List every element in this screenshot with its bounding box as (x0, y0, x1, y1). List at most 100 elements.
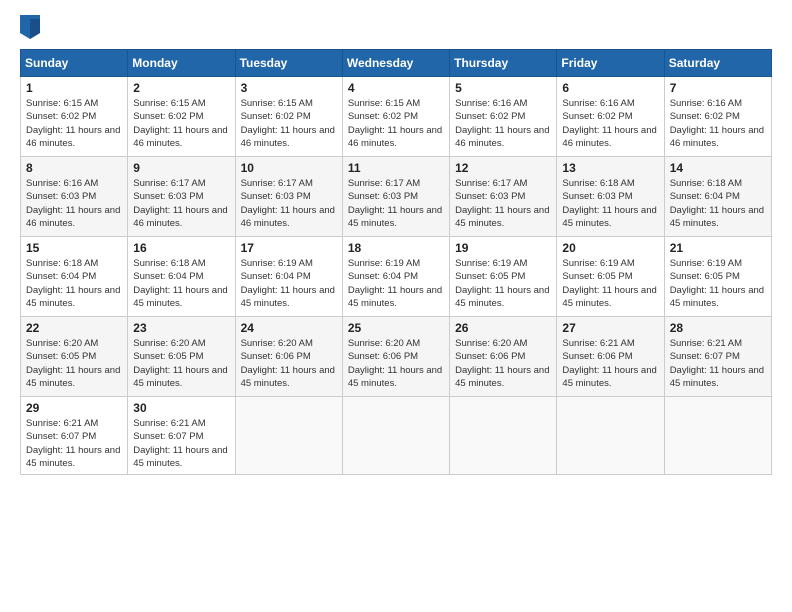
day-info: Sunrise: 6:17 AM Sunset: 6:03 PM Dayligh… (348, 177, 444, 230)
day-number: 3 (241, 81, 337, 95)
table-row (557, 397, 664, 475)
table-row: 30 Sunrise: 6:21 AM Sunset: 6:07 PM Dayl… (128, 397, 235, 475)
day-info: Sunrise: 6:15 AM Sunset: 6:02 PM Dayligh… (241, 97, 337, 150)
table-row: 15 Sunrise: 6:18 AM Sunset: 6:04 PM Dayl… (21, 237, 128, 317)
table-row: 12 Sunrise: 6:17 AM Sunset: 6:03 PM Dayl… (450, 157, 557, 237)
calendar-table: Sunday Monday Tuesday Wednesday Thursday… (20, 49, 772, 475)
header-wednesday: Wednesday (342, 50, 449, 77)
header-saturday: Saturday (664, 50, 771, 77)
day-info: Sunrise: 6:15 AM Sunset: 6:02 PM Dayligh… (26, 97, 122, 150)
table-row: 17 Sunrise: 6:19 AM Sunset: 6:04 PM Dayl… (235, 237, 342, 317)
day-info: Sunrise: 6:21 AM Sunset: 6:07 PM Dayligh… (670, 337, 766, 390)
table-row: 28 Sunrise: 6:21 AM Sunset: 6:07 PM Dayl… (664, 317, 771, 397)
day-number: 12 (455, 161, 551, 175)
day-number: 6 (562, 81, 658, 95)
table-row: 3 Sunrise: 6:15 AM Sunset: 6:02 PM Dayli… (235, 77, 342, 157)
table-row: 19 Sunrise: 6:19 AM Sunset: 6:05 PM Dayl… (450, 237, 557, 317)
day-number: 15 (26, 241, 122, 255)
table-row: 16 Sunrise: 6:18 AM Sunset: 6:04 PM Dayl… (128, 237, 235, 317)
table-row: 26 Sunrise: 6:20 AM Sunset: 6:06 PM Dayl… (450, 317, 557, 397)
day-number: 1 (26, 81, 122, 95)
table-row: 11 Sunrise: 6:17 AM Sunset: 6:03 PM Dayl… (342, 157, 449, 237)
day-info: Sunrise: 6:19 AM Sunset: 6:05 PM Dayligh… (562, 257, 658, 310)
table-row: 29 Sunrise: 6:21 AM Sunset: 6:07 PM Dayl… (21, 397, 128, 475)
day-info: Sunrise: 6:16 AM Sunset: 6:03 PM Dayligh… (26, 177, 122, 230)
day-number: 16 (133, 241, 229, 255)
day-info: Sunrise: 6:17 AM Sunset: 6:03 PM Dayligh… (455, 177, 551, 230)
page: Sunday Monday Tuesday Wednesday Thursday… (0, 0, 792, 612)
day-info: Sunrise: 6:17 AM Sunset: 6:03 PM Dayligh… (241, 177, 337, 230)
day-info: Sunrise: 6:17 AM Sunset: 6:03 PM Dayligh… (133, 177, 229, 230)
day-info: Sunrise: 6:19 AM Sunset: 6:05 PM Dayligh… (455, 257, 551, 310)
calendar-row-3: 15 Sunrise: 6:18 AM Sunset: 6:04 PM Dayl… (21, 237, 772, 317)
day-number: 5 (455, 81, 551, 95)
calendar-row-5: 29 Sunrise: 6:21 AM Sunset: 6:07 PM Dayl… (21, 397, 772, 475)
day-info: Sunrise: 6:20 AM Sunset: 6:06 PM Dayligh… (455, 337, 551, 390)
weekday-header-row: Sunday Monday Tuesday Wednesday Thursday… (21, 50, 772, 77)
day-number: 19 (455, 241, 551, 255)
day-number: 8 (26, 161, 122, 175)
day-number: 10 (241, 161, 337, 175)
table-row: 27 Sunrise: 6:21 AM Sunset: 6:06 PM Dayl… (557, 317, 664, 397)
table-row: 21 Sunrise: 6:19 AM Sunset: 6:05 PM Dayl… (664, 237, 771, 317)
day-info: Sunrise: 6:15 AM Sunset: 6:02 PM Dayligh… (348, 97, 444, 150)
day-number: 22 (26, 321, 122, 335)
table-row: 23 Sunrise: 6:20 AM Sunset: 6:05 PM Dayl… (128, 317, 235, 397)
day-info: Sunrise: 6:20 AM Sunset: 6:06 PM Dayligh… (241, 337, 337, 390)
day-number: 24 (241, 321, 337, 335)
day-number: 30 (133, 401, 229, 415)
day-number: 14 (670, 161, 766, 175)
day-number: 28 (670, 321, 766, 335)
day-info: Sunrise: 6:19 AM Sunset: 6:05 PM Dayligh… (670, 257, 766, 310)
table-row (235, 397, 342, 475)
day-info: Sunrise: 6:18 AM Sunset: 6:04 PM Dayligh… (133, 257, 229, 310)
table-row: 13 Sunrise: 6:18 AM Sunset: 6:03 PM Dayl… (557, 157, 664, 237)
day-number: 13 (562, 161, 658, 175)
table-row: 6 Sunrise: 6:16 AM Sunset: 6:02 PM Dayli… (557, 77, 664, 157)
table-row (342, 397, 449, 475)
day-number: 4 (348, 81, 444, 95)
day-info: Sunrise: 6:18 AM Sunset: 6:04 PM Dayligh… (670, 177, 766, 230)
day-info: Sunrise: 6:20 AM Sunset: 6:06 PM Dayligh… (348, 337, 444, 390)
table-row: 2 Sunrise: 6:15 AM Sunset: 6:02 PM Dayli… (128, 77, 235, 157)
table-row: 24 Sunrise: 6:20 AM Sunset: 6:06 PM Dayl… (235, 317, 342, 397)
table-row: 4 Sunrise: 6:15 AM Sunset: 6:02 PM Dayli… (342, 77, 449, 157)
day-number: 26 (455, 321, 551, 335)
day-number: 23 (133, 321, 229, 335)
day-info: Sunrise: 6:16 AM Sunset: 6:02 PM Dayligh… (455, 97, 551, 150)
day-number: 21 (670, 241, 766, 255)
calendar-row-4: 22 Sunrise: 6:20 AM Sunset: 6:05 PM Dayl… (21, 317, 772, 397)
table-row: 22 Sunrise: 6:20 AM Sunset: 6:05 PM Dayl… (21, 317, 128, 397)
table-row: 14 Sunrise: 6:18 AM Sunset: 6:04 PM Dayl… (664, 157, 771, 237)
day-info: Sunrise: 6:21 AM Sunset: 6:06 PM Dayligh… (562, 337, 658, 390)
day-number: 2 (133, 81, 229, 95)
day-number: 17 (241, 241, 337, 255)
logo (20, 15, 44, 39)
day-info: Sunrise: 6:16 AM Sunset: 6:02 PM Dayligh… (670, 97, 766, 150)
day-number: 27 (562, 321, 658, 335)
day-info: Sunrise: 6:19 AM Sunset: 6:04 PM Dayligh… (241, 257, 337, 310)
day-info: Sunrise: 6:18 AM Sunset: 6:04 PM Dayligh… (26, 257, 122, 310)
day-number: 9 (133, 161, 229, 175)
table-row: 20 Sunrise: 6:19 AM Sunset: 6:05 PM Dayl… (557, 237, 664, 317)
table-row: 8 Sunrise: 6:16 AM Sunset: 6:03 PM Dayli… (21, 157, 128, 237)
table-row: 18 Sunrise: 6:19 AM Sunset: 6:04 PM Dayl… (342, 237, 449, 317)
table-row: 7 Sunrise: 6:16 AM Sunset: 6:02 PM Dayli… (664, 77, 771, 157)
logo-icon (20, 15, 40, 39)
day-number: 11 (348, 161, 444, 175)
header-sunday: Sunday (21, 50, 128, 77)
table-row: 10 Sunrise: 6:17 AM Sunset: 6:03 PM Dayl… (235, 157, 342, 237)
day-info: Sunrise: 6:21 AM Sunset: 6:07 PM Dayligh… (133, 417, 229, 470)
table-row: 1 Sunrise: 6:15 AM Sunset: 6:02 PM Dayli… (21, 77, 128, 157)
header-friday: Friday (557, 50, 664, 77)
header (20, 15, 772, 39)
table-row: 5 Sunrise: 6:16 AM Sunset: 6:02 PM Dayli… (450, 77, 557, 157)
day-info: Sunrise: 6:15 AM Sunset: 6:02 PM Dayligh… (133, 97, 229, 150)
day-number: 20 (562, 241, 658, 255)
header-tuesday: Tuesday (235, 50, 342, 77)
table-row: 25 Sunrise: 6:20 AM Sunset: 6:06 PM Dayl… (342, 317, 449, 397)
day-info: Sunrise: 6:18 AM Sunset: 6:03 PM Dayligh… (562, 177, 658, 230)
day-number: 18 (348, 241, 444, 255)
day-info: Sunrise: 6:20 AM Sunset: 6:05 PM Dayligh… (26, 337, 122, 390)
header-monday: Monday (128, 50, 235, 77)
